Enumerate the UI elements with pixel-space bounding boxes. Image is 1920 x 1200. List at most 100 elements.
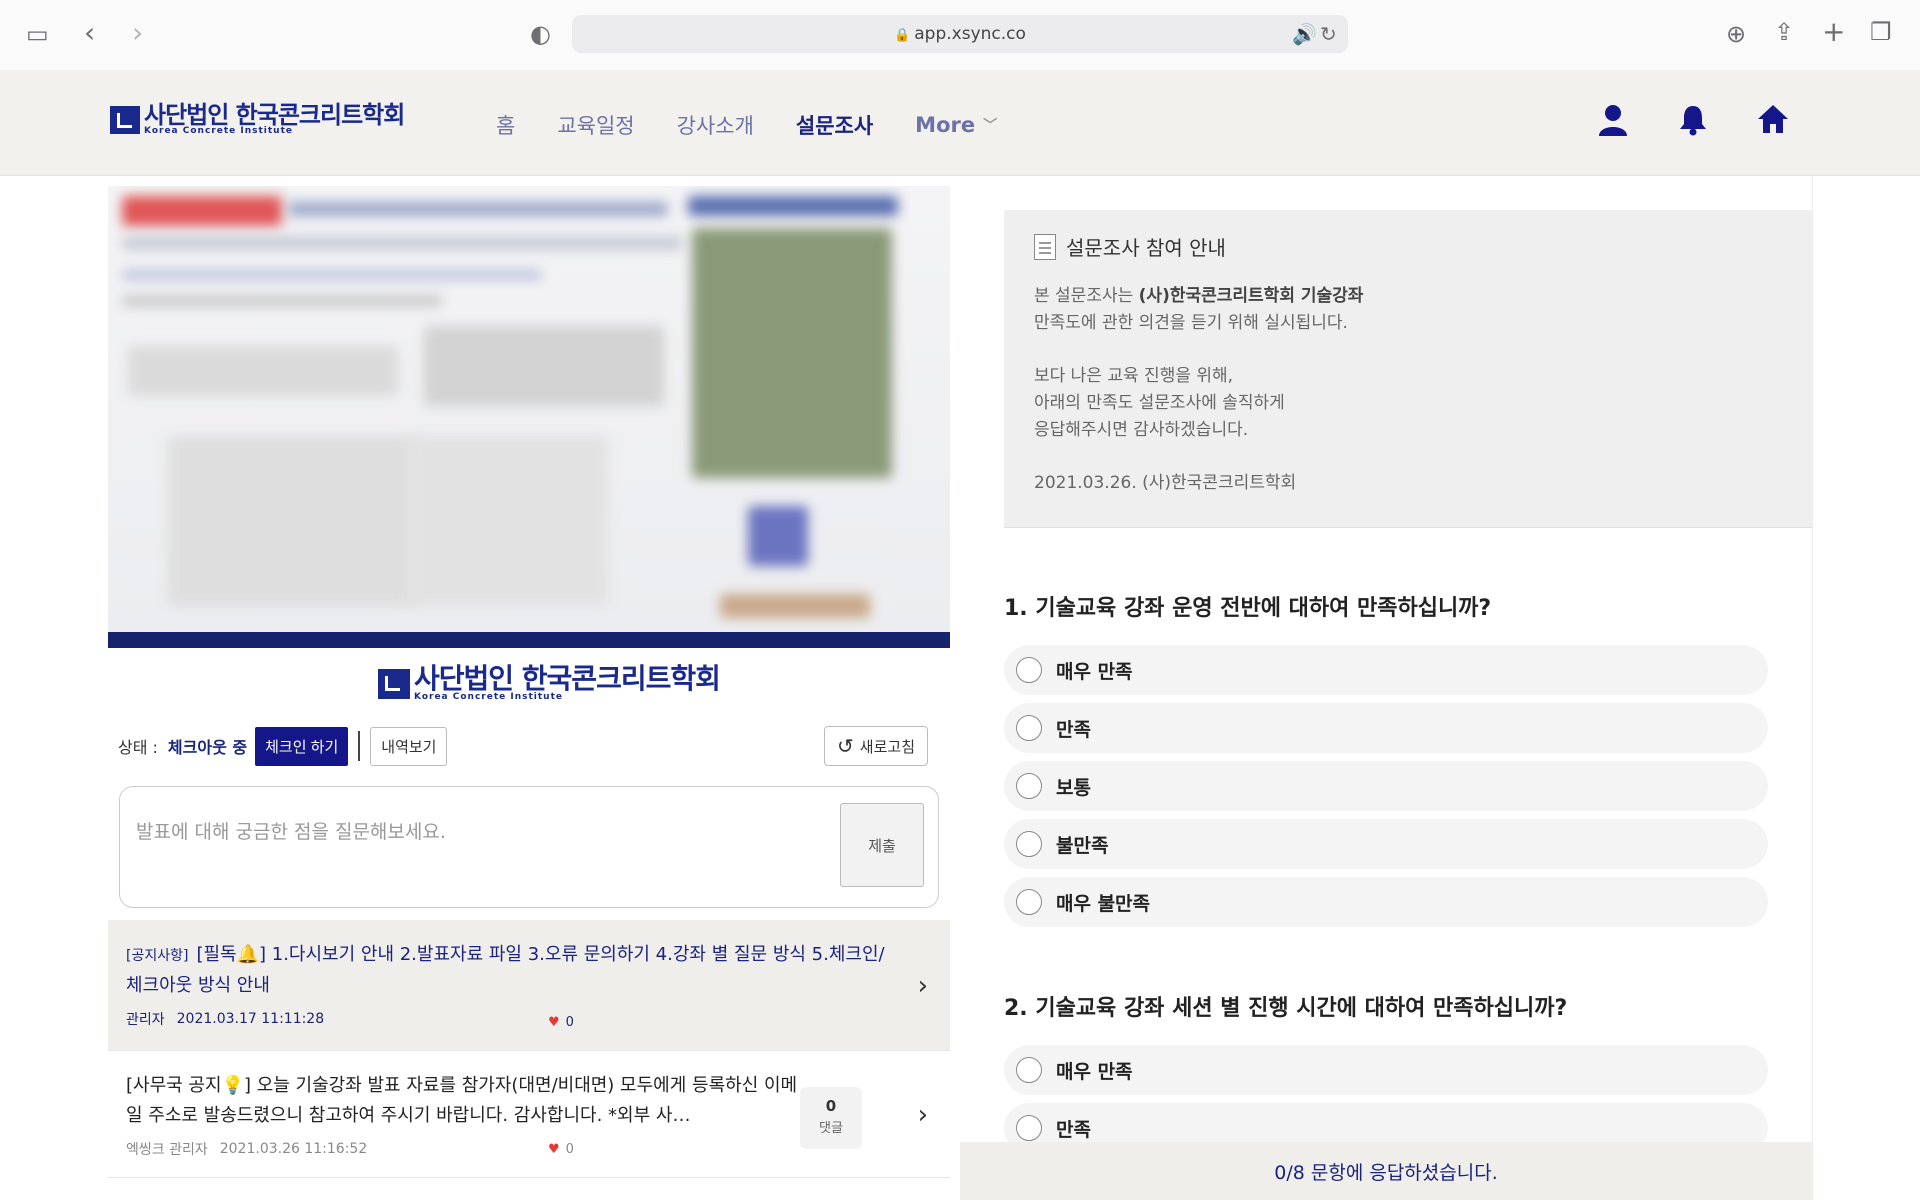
- kci-logo-main: 사단법인 한국콘크리트학회: [414, 662, 721, 695]
- history-button[interactable]: 내역보기: [370, 726, 448, 766]
- site-logo[interactable]: 사단법인 한국콘크리트학회 Korea Concrete Institute: [110, 101, 405, 136]
- survey-info-line: 만족도에 관한 의견을 듣기 위해 실시됩니다.: [1034, 313, 1348, 333]
- video-player[interactable]: [108, 186, 950, 632]
- like-count[interactable]: ♥ 0: [548, 1015, 574, 1030]
- nav-survey[interactable]: 설문조사: [796, 110, 873, 140]
- video-progress-bar[interactable]: [108, 632, 950, 648]
- forward-icon[interactable]: ›: [132, 19, 143, 47]
- nav-home[interactable]: 홈: [496, 110, 515, 140]
- user-icon[interactable]: [1596, 104, 1630, 138]
- download-icon[interactable]: ⊕: [1726, 22, 1746, 46]
- refresh-icon: ↺: [837, 735, 854, 758]
- nav-more[interactable]: More ﹀: [915, 110, 997, 140]
- slide-blur-chart: [168, 436, 418, 606]
- radio-button[interactable]: [1016, 1115, 1042, 1141]
- survey-info-line: 아래의 만족도 설문조사에 솔직하게: [1034, 393, 1285, 413]
- slide-blur-text: [424, 326, 664, 406]
- survey-option[interactable]: 매우 만족: [1004, 645, 1768, 695]
- option-label: 만족: [1056, 718, 1091, 741]
- qr-blur: [748, 506, 808, 566]
- document-icon: [1034, 233, 1056, 260]
- refresh-label: 새로고침: [859, 738, 915, 756]
- nav-schedule[interactable]: 교육일정: [557, 110, 634, 140]
- slide-blur-button: [720, 594, 870, 618]
- notice-meta: 관리자 2021.03.17 11:11:28: [126, 1009, 890, 1029]
- survey-info-line: 응답해주시면 감사하겠습니다.: [1034, 420, 1249, 440]
- submit-question-button[interactable]: 제출: [840, 803, 924, 887]
- notice-title: [사무국 공지💡] 오늘 기술강좌 발표 자료를 참가자(대면/비대면) 모두에…: [126, 1075, 798, 1126]
- site-header: 사단법인 한국콘크리트학회 Korea Concrete Institute 홈…: [0, 70, 1920, 176]
- back-icon[interactable]: ‹: [84, 19, 95, 47]
- survey-info-line: 본 설문조사는 (사)한국콘크리트학회 기술강좌: [1034, 283, 1782, 310]
- option-label: 불만족: [1056, 834, 1109, 857]
- survey-panel: 설문조사 참여 안내 본 설문조사는 (사)한국콘크리트학회 기술강좌 만족도에…: [960, 176, 1812, 1200]
- comment-count-value: 0: [825, 1097, 837, 1115]
- like-count-value: 0: [565, 1142, 574, 1157]
- shield-icon[interactable]: ◐: [530, 22, 551, 46]
- address-bar[interactable]: 🔒 app.xsync.co 🔊 ↻: [572, 15, 1348, 53]
- page-margin: [1812, 176, 1920, 1200]
- radio-button[interactable]: [1016, 657, 1042, 683]
- radio-button[interactable]: [1016, 715, 1042, 741]
- survey-info-sign: 2021.03.26. (사)한국콘크리트학회: [1034, 473, 1297, 493]
- notice-item[interactable]: [사무국 공지💡] 오늘 기술강좌 발표 자료를 참가자(대면/비대면) 모두에…: [108, 1050, 950, 1178]
- status-label: 상태 :: [118, 738, 158, 757]
- survey-option[interactable]: 매우 불만족: [1004, 877, 1768, 927]
- lock-icon: 🔒: [894, 28, 911, 43]
- radio-button[interactable]: [1016, 831, 1042, 857]
- comment-count-label: 댓글: [819, 1121, 843, 1136]
- notice-author: 엑씽크 관리자: [126, 1142, 208, 1158]
- survey-info-line: 보다 나은 교육 진행을 위해,: [1034, 366, 1234, 386]
- option-label: 매우 만족: [1056, 1060, 1133, 1083]
- survey-option[interactable]: 매우 만족: [1004, 1045, 1768, 1095]
- survey-option[interactable]: 보통: [1004, 761, 1768, 811]
- presenter-photo-blur: [692, 228, 892, 478]
- notice-date: 2021.03.17 11:11:28: [176, 1011, 325, 1027]
- sidebar-toggle-icon[interactable]: ▭: [26, 22, 49, 46]
- comment-count[interactable]: 0 댓글: [800, 1087, 862, 1149]
- reload-icon[interactable]: ↻: [1320, 22, 1337, 46]
- question-title: 2. 기술교육 강좌 세션 별 진행 시간에 대하여 만족하십니까?: [1004, 996, 1568, 1021]
- nav-instructors[interactable]: 강사소개: [677, 110, 754, 140]
- slide-blur-chart: [408, 436, 608, 606]
- survey-info-title: 설문조사 참여 안내: [1066, 236, 1226, 260]
- notice-meta: 엑씽크 관리자 2021.03.26 11:16:52: [126, 1139, 890, 1159]
- browser-toolbar: ▭ ‹ › ◐ 🔒 app.xsync.co 🔊 ↻ ⊕ ⇪ + ❐: [0, 0, 1920, 70]
- new-tab-icon[interactable]: +: [1822, 18, 1845, 46]
- option-label: 보통: [1056, 776, 1091, 799]
- option-label: 매우 불만족: [1056, 892, 1151, 915]
- status-value: 체크아웃 중: [167, 738, 248, 757]
- logo-main-text: 사단법인 한국콘크리트학회: [144, 101, 405, 129]
- chevron-down-icon: ﹀: [983, 118, 998, 134]
- heart-icon: ♥: [548, 1142, 560, 1157]
- refresh-button[interactable]: ↺ 새로고침: [824, 726, 928, 766]
- kci-logo-sub: Korea Concrete Institute: [414, 692, 563, 702]
- slide-blur-red: [122, 196, 282, 226]
- radio-button[interactable]: [1016, 889, 1042, 915]
- like-count[interactable]: ♥ 0: [548, 1142, 574, 1157]
- radio-button[interactable]: [1016, 773, 1042, 799]
- slide-blur-formula: [128, 346, 398, 396]
- kci-logo: 사단법인 한국콘크리트학회 Korea Concrete Institute: [378, 662, 721, 702]
- bell-icon[interactable]: [1676, 104, 1710, 138]
- slide-blur-text: [288, 202, 668, 216]
- option-label: 매우 만족: [1056, 660, 1133, 683]
- notice-tag: [공지사항]: [126, 948, 189, 964]
- nav-more-label: More: [915, 113, 976, 137]
- notice-item[interactable]: [공지사항] [필독🔔] 1.다시보기 안내 2.발표자료 파일 3.오류 문의하…: [108, 920, 950, 1050]
- home-icon[interactable]: [1756, 104, 1790, 138]
- divider: [358, 731, 361, 761]
- survey-option[interactable]: 만족: [1004, 703, 1768, 753]
- heart-icon: ♥: [548, 1015, 560, 1030]
- audio-icon[interactable]: 🔊: [1292, 22, 1317, 46]
- share-icon[interactable]: ⇪: [1774, 20, 1794, 44]
- notice-title: [필독🔔] 1.다시보기 안내 2.발표자료 파일 3.오류 문의하기 4.강좌…: [126, 944, 885, 996]
- lecture-panel: 사단법인 한국콘크리트학회 Korea Concrete Institute 상…: [108, 176, 950, 1200]
- survey-option[interactable]: 불만족: [1004, 819, 1768, 869]
- question-input[interactable]: 발표에 대해 궁금한 점을 질문해보세요.: [136, 817, 446, 844]
- slide-blur-text: [122, 296, 442, 306]
- radio-button[interactable]: [1016, 1057, 1042, 1083]
- checkin-button[interactable]: 체크인 하기: [255, 726, 349, 766]
- slide-blur-text: [122, 236, 682, 250]
- tabs-overview-icon[interactable]: ❐: [1870, 20, 1892, 44]
